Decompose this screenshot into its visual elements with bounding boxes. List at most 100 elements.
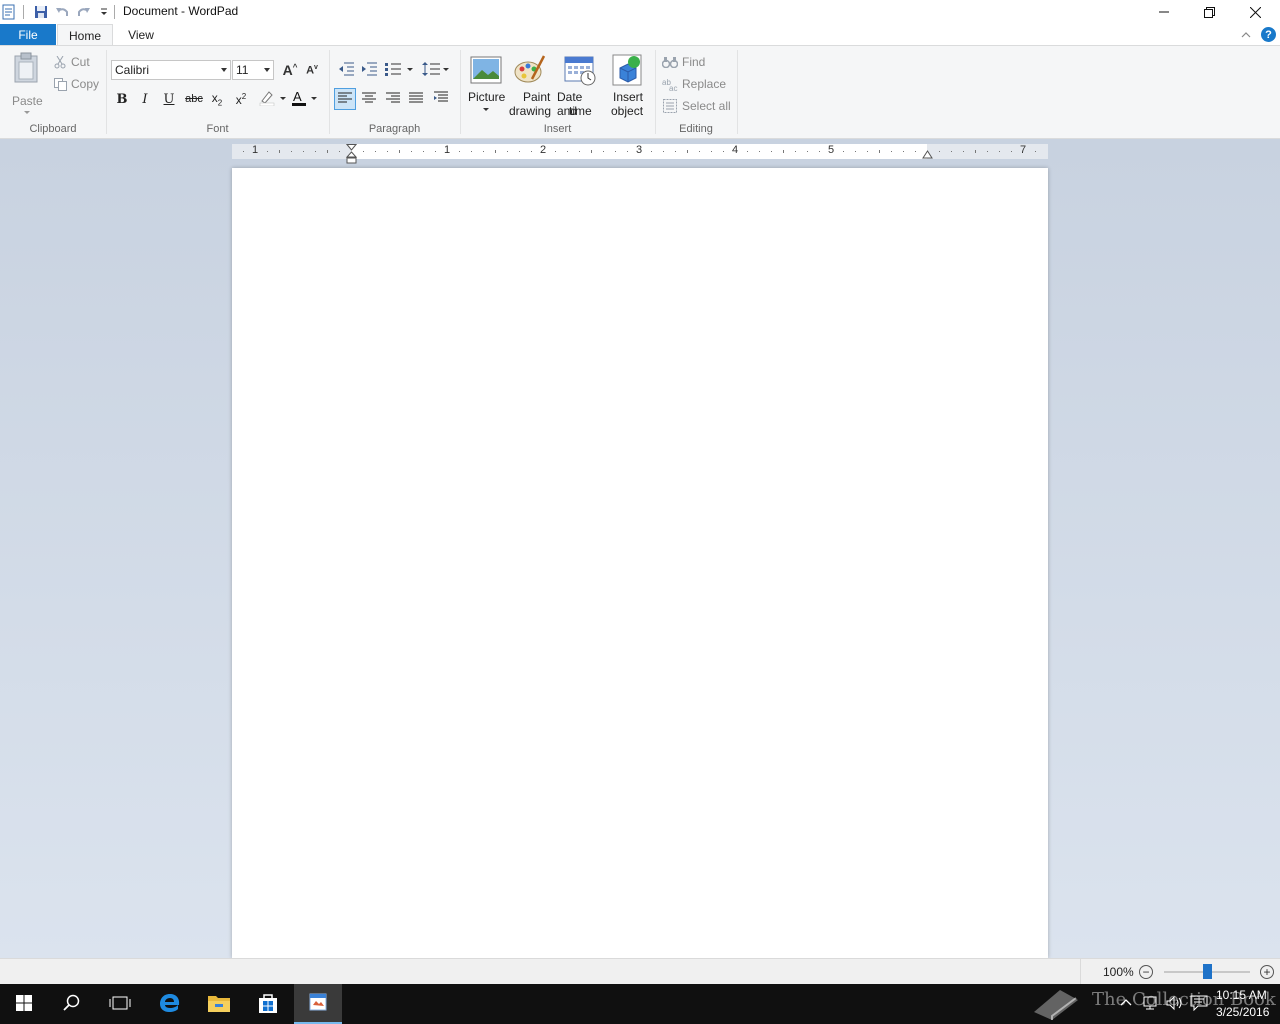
watermark-book-icon	[1030, 986, 1082, 1024]
bold-icon: B	[116, 91, 128, 107]
task-view-button[interactable]	[96, 984, 144, 1024]
replace-button[interactable]: ab ac Replace	[662, 74, 726, 94]
align-left-button[interactable]	[334, 88, 356, 110]
help-icon[interactable]: ?	[1261, 27, 1276, 42]
close-button[interactable]	[1232, 0, 1278, 24]
italic-icon: I	[142, 91, 148, 107]
font-color-icon: A	[291, 89, 319, 110]
highlight-color-button[interactable]	[256, 88, 288, 110]
picture-dropdown-icon	[483, 108, 489, 111]
line-spacing-button[interactable]	[421, 59, 451, 81]
customize-quick-access-icon[interactable]	[95, 3, 113, 21]
chevron-down-icon	[264, 68, 270, 72]
start-button[interactable]	[0, 984, 48, 1024]
divider	[114, 5, 115, 19]
object-label-line1: Insert	[613, 90, 644, 104]
picture-icon	[470, 56, 502, 87]
select-all-icon	[662, 99, 678, 113]
restore-button[interactable]	[1186, 0, 1232, 24]
font-size-combo[interactable]: 11	[232, 60, 274, 80]
taskbar: 10:15 AM 3/25/2016	[0, 984, 1280, 1024]
font-family-combo[interactable]: Calibri	[111, 60, 231, 80]
paint-drawing-button[interactable]: Paint drawing	[508, 52, 553, 118]
right-indent-marker[interactable]	[922, 150, 933, 160]
zoom-out-button[interactable]: −	[1139, 965, 1153, 979]
clipboard-group-label: Clipboard	[29, 123, 77, 135]
chevron-down-icon	[221, 68, 227, 72]
group-divider	[329, 50, 330, 134]
minus-icon: −	[1142, 965, 1150, 979]
status-bar: 100% − +	[0, 958, 1280, 985]
italic-button[interactable]: I	[134, 88, 156, 110]
date-and-time-button[interactable]: Date and time	[555, 52, 605, 118]
minimize-ribbon-icon[interactable]	[1240, 29, 1252, 43]
picture-label: Picture	[468, 90, 506, 104]
picture-button[interactable]: Picture	[465, 52, 507, 116]
find-button[interactable]: Find	[662, 52, 705, 72]
scissors-icon	[53, 55, 67, 69]
document-page[interactable]	[232, 168, 1048, 958]
undo-icon[interactable]	[53, 3, 71, 21]
zoom-slider-thumb[interactable]	[1202, 964, 1212, 979]
bullets-button[interactable]	[383, 59, 415, 81]
grow-font-button[interactable]: A^	[279, 59, 301, 81]
zoom-in-button[interactable]: +	[1260, 965, 1274, 979]
underline-button[interactable]: U	[158, 88, 180, 110]
font-group-label: Font	[206, 123, 229, 135]
wordpad-app-icon[interactable]	[0, 3, 18, 21]
align-center-button[interactable]	[358, 88, 380, 110]
file-explorer-button[interactable]	[195, 984, 243, 1024]
select-all-button[interactable]: Select all	[662, 96, 731, 116]
decrease-indent-button[interactable]	[335, 59, 357, 81]
redo-icon[interactable]	[75, 3, 93, 21]
paragraph-settings-button[interactable]	[430, 88, 452, 110]
bold-button[interactable]: B	[111, 88, 133, 110]
window-title: Document - WordPad	[123, 4, 239, 18]
find-label: Find	[682, 55, 706, 69]
edge-icon	[159, 992, 181, 1017]
save-icon[interactable]	[32, 3, 50, 21]
align-right-button[interactable]	[382, 88, 404, 110]
editing-group-label: Editing	[679, 123, 713, 135]
tab-view[interactable]: View	[116, 24, 166, 46]
insert-object-button[interactable]: Insert object	[607, 52, 649, 118]
first-line-indent-marker[interactable]	[346, 144, 357, 165]
ribbon: Paste Cut Copy Clipboard Calibri 11 A^ A…	[0, 45, 1280, 139]
subscript-button[interactable]: x2	[206, 88, 228, 110]
increase-indent-button[interactable]	[358, 59, 380, 81]
object-label-line2: object	[611, 104, 644, 118]
superscript-button[interactable]: x2	[230, 88, 252, 110]
cut-label: Cut	[71, 55, 90, 69]
tab-file[interactable]: File	[0, 24, 56, 46]
copy-button[interactable]: Copy	[53, 74, 99, 94]
ruler-number: 7	[1020, 144, 1027, 156]
plus-icon: +	[1263, 965, 1271, 979]
ruler[interactable]: 1 1 2 3 4 5 7	[232, 144, 1048, 164]
font-color-button[interactable]: A	[290, 88, 320, 110]
edge-browser-button[interactable]	[146, 984, 194, 1024]
underline-icon: U	[163, 91, 175, 107]
search-icon	[63, 994, 81, 1015]
tab-home[interactable]: Home	[57, 24, 113, 46]
shrink-font-icon: Av	[306, 63, 318, 77]
line-spacing-icon	[422, 61, 450, 80]
font-size-value: 11	[236, 63, 249, 77]
wordpad-taskbar-button[interactable]	[294, 984, 342, 1024]
shrink-font-button[interactable]: Av	[301, 59, 323, 81]
paste-button[interactable]: Paste	[6, 50, 48, 116]
search-button[interactable]	[48, 984, 96, 1024]
decrease-indent-icon	[338, 62, 354, 79]
ruler-number: 5	[828, 144, 835, 156]
copy-icon	[53, 77, 67, 91]
watermark-text: The Collection Book	[1092, 989, 1276, 1010]
paint-label-line2: drawing	[509, 104, 552, 118]
store-button[interactable]	[244, 984, 292, 1024]
justify-button[interactable]	[405, 88, 427, 110]
paint-label-line1: Paint	[523, 90, 551, 104]
strikethrough-button[interactable]: abc	[183, 88, 205, 110]
ruler-number: 1	[444, 144, 451, 156]
cut-button[interactable]: Cut	[53, 52, 90, 72]
svg-text:A: A	[293, 89, 302, 104]
paragraph-group-label: Paragraph	[368, 123, 421, 135]
minimize-button[interactable]	[1141, 0, 1187, 24]
